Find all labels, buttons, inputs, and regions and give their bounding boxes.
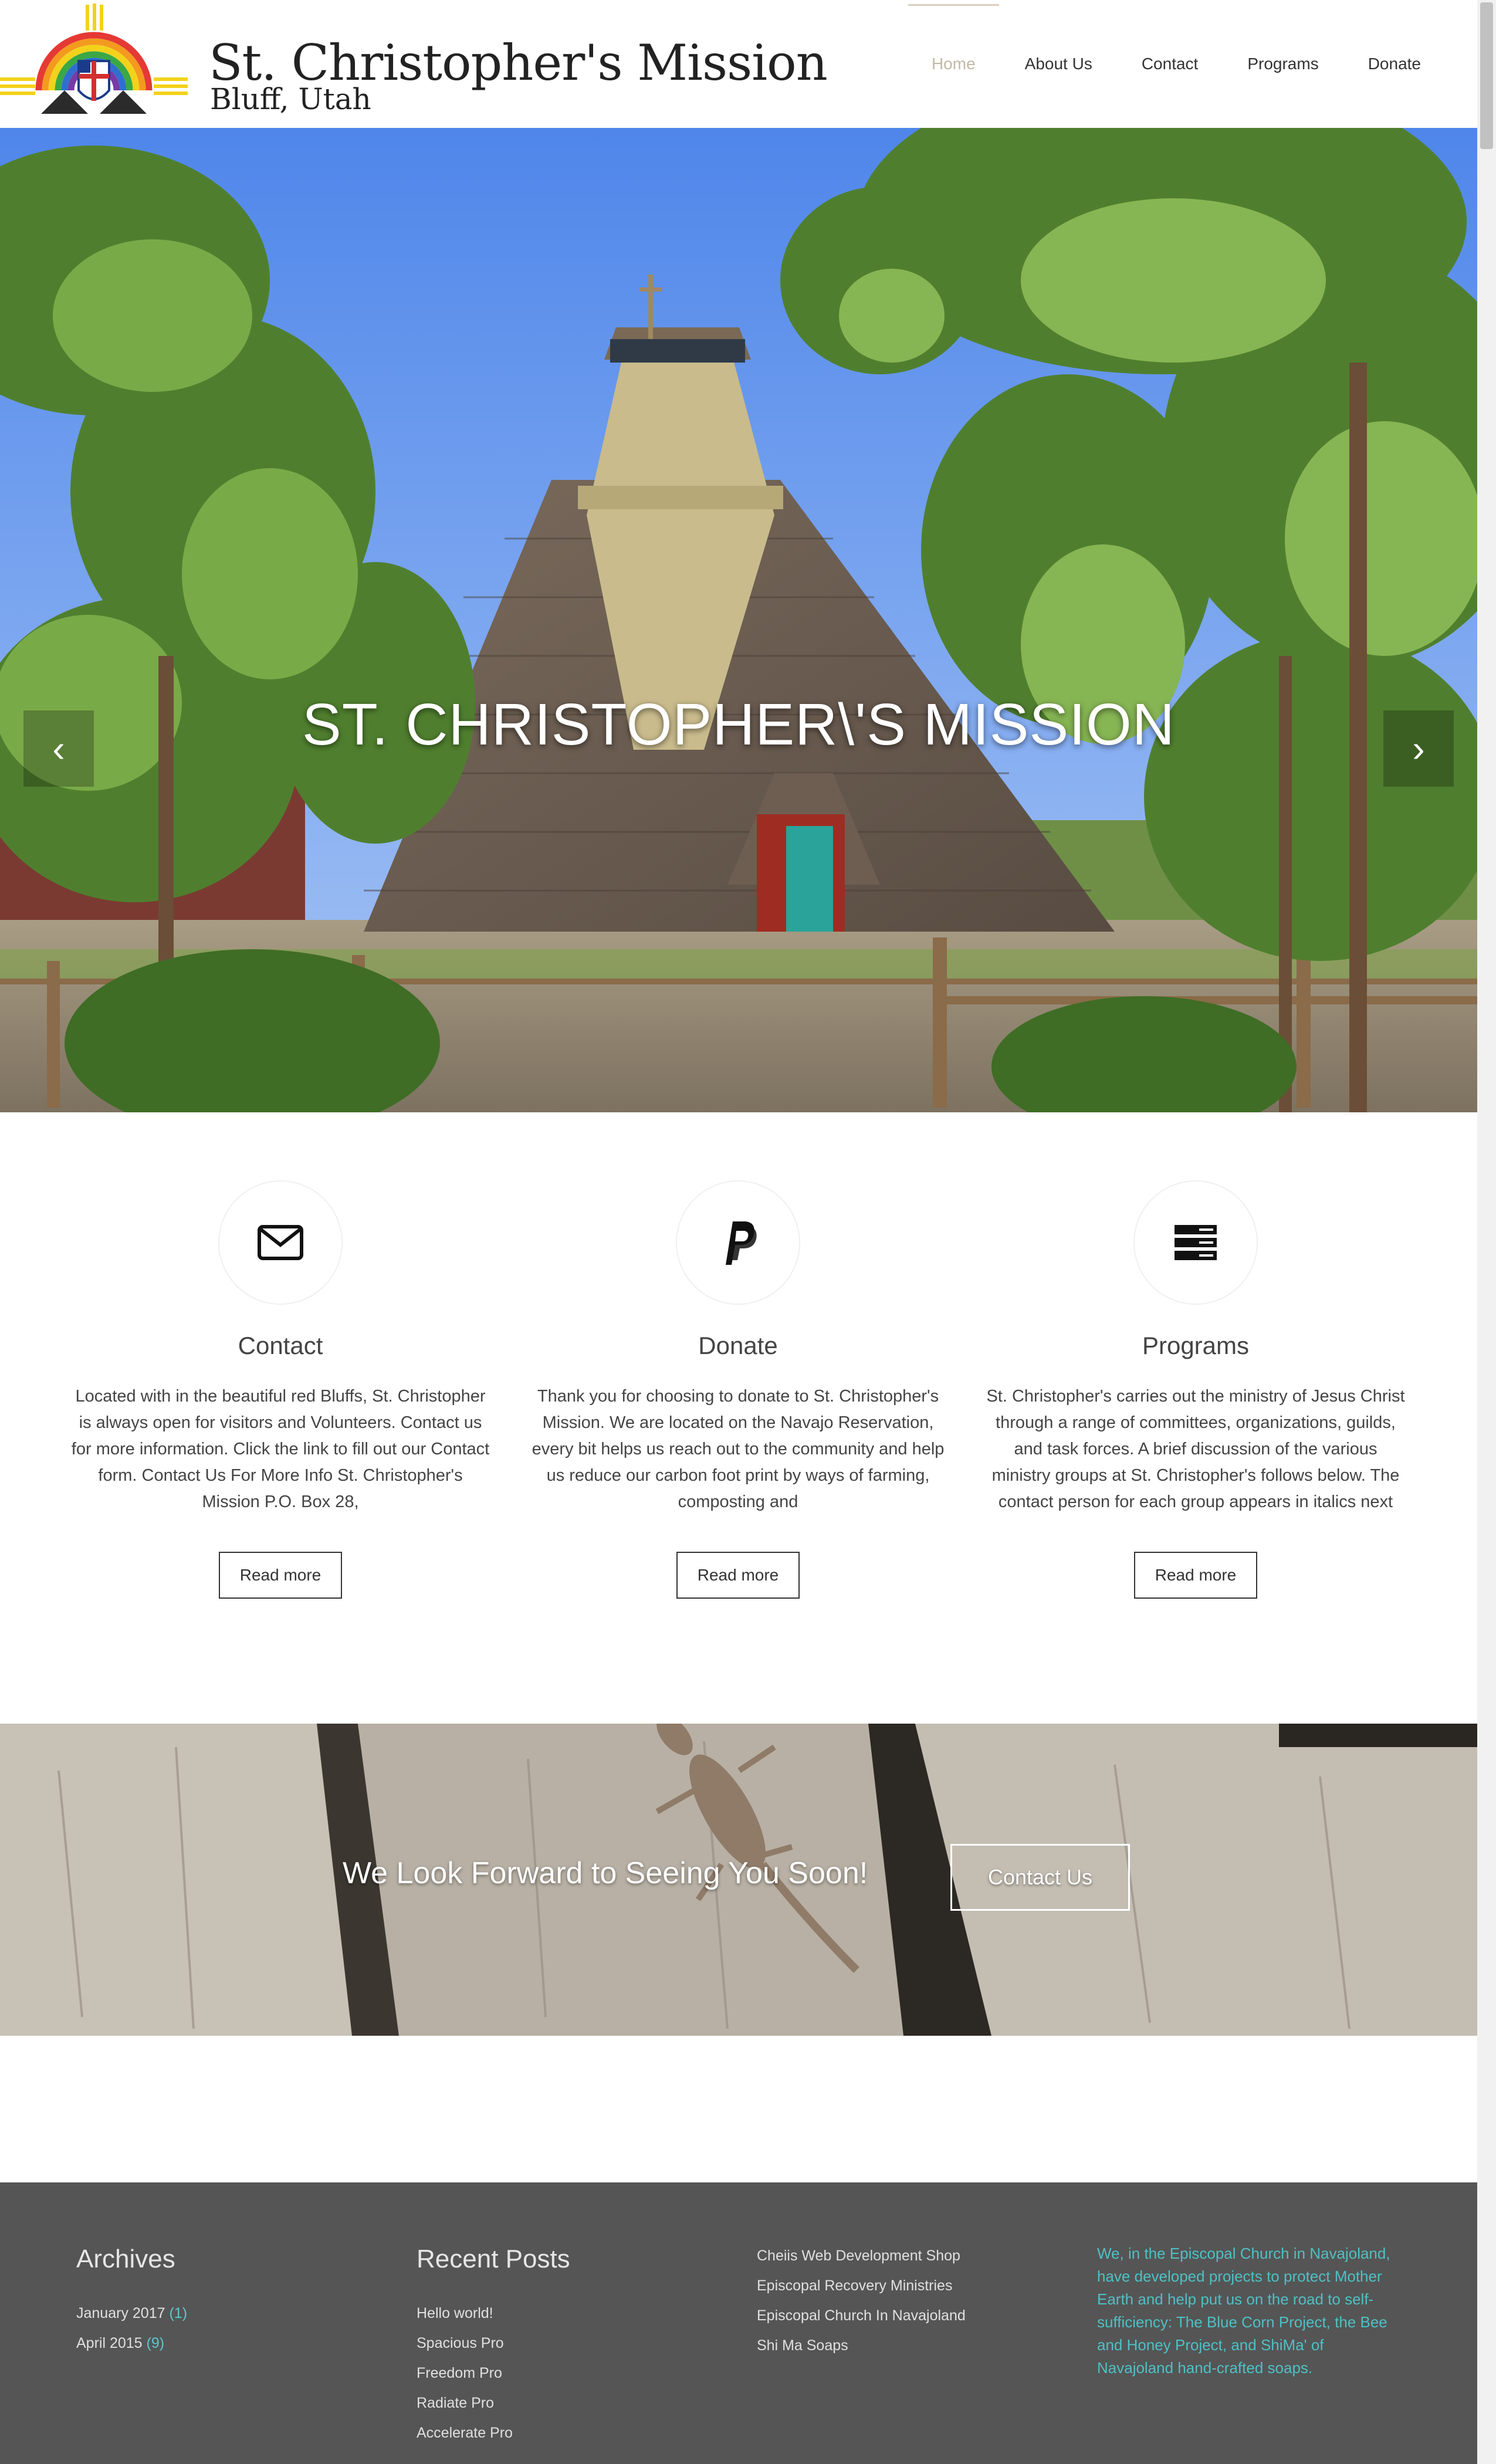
- feature-icon-circle: [218, 1180, 343, 1305]
- recent-post-link[interactable]: Freedom Pro: [417, 2358, 570, 2388]
- feature-text: St. Christopher's carries out the minist…: [986, 1387, 1405, 1511]
- archive-label: April 2015: [76, 2335, 143, 2351]
- feature-contact: Contact Located with in the beautiful re…: [69, 1180, 492, 1599]
- footer-link[interactable]: Shi Ma Soaps: [757, 2331, 966, 2361]
- nav-donate[interactable]: Donate: [1368, 51, 1421, 77]
- read-more-button[interactable]: Read more: [1133, 1552, 1258, 1599]
- recent-post-link[interactable]: Hello world!: [417, 2299, 570, 2328]
- feature-title: Programs: [1142, 1332, 1250, 1359]
- chevron-left-icon: ‹: [52, 727, 65, 770]
- cta-banner: We Look Forward to Seeing You Soon! Cont…: [0, 1724, 1477, 2036]
- mission-logo-icon[interactable]: [0, 2, 188, 122]
- footer-links: Cheiis Web Development Shop Episcopal Re…: [757, 2241, 966, 2361]
- feature-icon-circle: [676, 1180, 800, 1305]
- nav-about-us[interactable]: About Us: [1025, 51, 1092, 77]
- read-more-button[interactable]: Read more: [218, 1552, 343, 1599]
- envelope-icon: [258, 1225, 303, 1260]
- nav-contact[interactable]: Contact: [1142, 51, 1199, 77]
- archive-count: (1): [169, 2305, 188, 2321]
- site-header: St. Christopher's Mission Bluff, Utah Ho…: [0, 0, 1477, 128]
- footer-recent-posts: Recent Posts Hello world! Spacious Pro F…: [417, 2245, 570, 2448]
- footer-link[interactable]: Episcopal Church In Navajoland: [757, 2301, 966, 2331]
- feature-text: Thank you for choosing to donate to St. …: [532, 1387, 945, 1511]
- feature-title: Donate: [698, 1332, 778, 1359]
- archive-count: (9): [146, 2335, 165, 2351]
- hero-title: ST. CHRISTOPHER\'S MISSION: [302, 692, 1175, 757]
- footer-archives: Archives January 2017 (1) April 2015 (9): [76, 2245, 187, 2358]
- page-scrollbar[interactable]: [1477, 0, 1496, 2464]
- slider-prev-button[interactable]: ‹: [23, 710, 94, 787]
- recent-post-link[interactable]: Accelerate Pro: [417, 2418, 570, 2448]
- slider-next-button[interactable]: ›: [1383, 710, 1454, 787]
- server-stack-icon: [1175, 1225, 1217, 1260]
- chevron-right-icon: ›: [1412, 727, 1425, 770]
- church-photo: [0, 128, 1477, 1112]
- scrollbar-thumb[interactable]: [1480, 2, 1493, 149]
- footer-link[interactable]: Cheiis Web Development Shop: [757, 2241, 966, 2271]
- footer-about-text: We, in the Episcopal Church in Navajolan…: [1097, 2245, 1390, 2377]
- nav-home[interactable]: Home: [908, 4, 999, 77]
- recent-post-link[interactable]: Radiate Pro: [417, 2388, 570, 2418]
- archive-label: January 2017: [76, 2305, 165, 2321]
- feature-text: Located with in the beautiful red Bluffs…: [71, 1387, 490, 1511]
- features-section: Contact Located with in the beautiful re…: [0, 1112, 1477, 1724]
- recent-post-link[interactable]: Spacious Pro: [417, 2328, 570, 2358]
- page: St. Christopher's Mission Bluff, Utah Ho…: [0, 0, 1477, 2464]
- feature-title: Contact: [238, 1332, 323, 1359]
- feature-donate: Donate Thank you for choosing to donate …: [527, 1180, 949, 1599]
- archive-link[interactable]: April 2015 (9): [76, 2328, 187, 2358]
- site-subtitle: Bluff, Utah: [210, 82, 371, 116]
- main-nav: Home About Us Contact Programs Donate: [882, 0, 1421, 128]
- read-more-button[interactable]: Read more: [676, 1552, 800, 1599]
- contact-us-button[interactable]: Contact Us: [950, 1844, 1130, 1911]
- footer-link[interactable]: Episcopal Recovery Ministries: [757, 2271, 966, 2301]
- footer-about: We, in the Episcopal Church in Navajolan…: [1097, 2242, 1396, 2380]
- hero-slider: ST. CHRISTOPHER\'S MISSION ‹ ›: [0, 128, 1477, 1112]
- footer-heading: Recent Posts: [417, 2245, 570, 2273]
- site-footer: Archives January 2017 (1) April 2015 (9)…: [0, 2182, 1477, 2464]
- paypal-icon: [726, 1221, 757, 1265]
- feature-icon-circle: [1133, 1180, 1258, 1305]
- feature-programs: Programs St. Christopher's carries out t…: [984, 1180, 1407, 1599]
- archive-link[interactable]: January 2017 (1): [76, 2299, 187, 2328]
- nav-programs[interactable]: Programs: [1247, 51, 1318, 77]
- cta-text: We Look Forward to Seeing You Soon!: [343, 1856, 868, 1890]
- footer-heading: Archives: [76, 2245, 175, 2273]
